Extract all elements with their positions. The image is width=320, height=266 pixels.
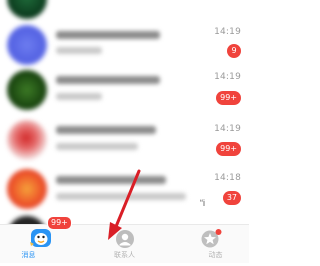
bottom-tab-bar: 99+ 消息 联系人 动态 bbox=[0, 216, 249, 263]
unread-badge: 99+ bbox=[216, 91, 241, 105]
unread-badge: 37 bbox=[222, 191, 241, 205]
moments-star-icon bbox=[201, 229, 222, 248]
conversation-row[interactable] bbox=[0, 0, 249, 24]
avatar bbox=[7, 25, 47, 65]
tab-moments[interactable]: 动态 bbox=[166, 225, 249, 263]
message-preview bbox=[56, 93, 102, 100]
message-preview bbox=[56, 193, 186, 200]
avatar bbox=[7, 169, 47, 209]
message-preview bbox=[56, 47, 102, 54]
message-preview bbox=[56, 143, 138, 150]
message-time: 14:19 bbox=[214, 124, 241, 134]
avatar bbox=[7, 120, 47, 160]
conversation-row[interactable]: 14:19 9 bbox=[0, 22, 249, 72]
message-time: 14:19 bbox=[214, 27, 241, 37]
message-time: 14:19 bbox=[214, 72, 241, 82]
contact-name bbox=[56, 76, 160, 84]
contacts-person-icon bbox=[116, 230, 134, 248]
tab-moments-label: 动态 bbox=[208, 251, 223, 259]
contact-name bbox=[56, 126, 156, 134]
partial-text: “i bbox=[200, 198, 205, 208]
unread-badge: 99+ bbox=[216, 142, 241, 156]
tab-contacts-label: 联系人 bbox=[114, 251, 135, 259]
conversation-row[interactable]: 14:19 99+ bbox=[0, 117, 249, 167]
tab-messages[interactable]: 99+ 消息 bbox=[0, 216, 83, 263]
avatar bbox=[7, 70, 47, 110]
conversation-row[interactable]: 14:19 99+ bbox=[0, 67, 249, 117]
contact-name bbox=[56, 31, 160, 39]
contact-name bbox=[56, 176, 166, 184]
tab-messages-label: 消息 bbox=[21, 251, 36, 259]
avatar bbox=[7, 0, 47, 19]
tab-contacts[interactable]: 联系人 bbox=[83, 225, 166, 263]
conversation-row[interactable]: 14:18 37 bbox=[0, 167, 249, 217]
message-time: 14:18 bbox=[214, 173, 241, 183]
tab-messages-badge: 99+ bbox=[47, 216, 72, 230]
unread-badge: 9 bbox=[227, 44, 241, 58]
